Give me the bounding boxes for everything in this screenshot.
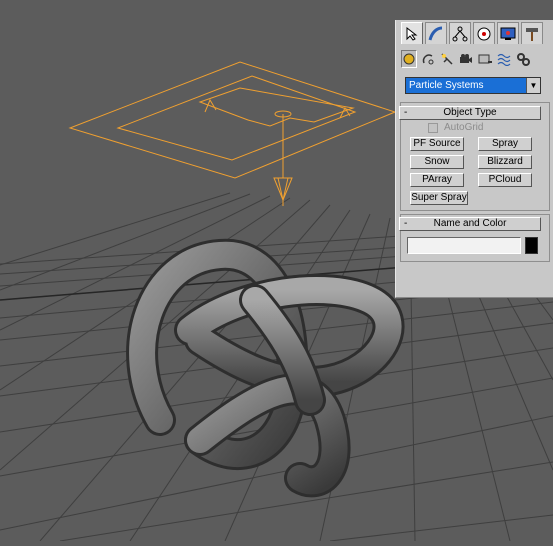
command-panel-tabs [401,22,543,46]
pf-source-button[interactable]: PF Source [410,137,464,151]
collapse-icon: - [404,107,408,118]
blizzard-button[interactable]: Blizzard [478,155,532,169]
shapes-icon [422,54,434,65]
cameras-category[interactable] [458,50,474,68]
name-and-color-header[interactable]: - Name and Color [399,217,541,231]
utilities-tab[interactable] [521,22,543,44]
modify-tab[interactable] [425,22,447,44]
hierarchy-icon [452,26,468,41]
object-color-swatch[interactable] [525,237,538,254]
hierarchy-tab[interactable] [449,22,471,44]
geometry-category[interactable] [401,50,417,68]
command-panel: Particle Systems ▼ - Object Type AutoGri… [395,20,553,298]
lights-category[interactable] [439,50,455,68]
object-name-field[interactable] [407,237,521,254]
autogrid-label: AutoGrid [444,122,484,133]
cameras-icon [460,54,472,63]
motion-tab[interactable] [473,22,495,44]
helpers-tape-icon [478,54,492,64]
name-and-color-title: Name and Color [433,218,507,229]
motion-wheel-icon [477,27,491,40]
category-dropdown[interactable]: Particle Systems ▼ [405,77,541,94]
space-warps-category[interactable] [496,50,512,68]
geometry-sphere-icon [403,53,415,65]
lights-icon [441,53,453,65]
object-type-title: Object Type [443,107,497,118]
chevron-down-icon[interactable]: ▼ [526,78,540,93]
parray-button[interactable]: PArray [410,173,464,187]
create-cursor-icon [406,26,418,41]
pcloud-button[interactable]: PCloud [478,173,532,187]
super-spray-button[interactable]: Super Spray [410,191,468,205]
shapes-category[interactable] [420,50,436,68]
autogrid-checkbox-box[interactable] [428,122,438,133]
display-monitor-icon [500,27,516,40]
display-tab[interactable] [497,22,519,44]
space-warps-icon [497,53,511,66]
utilities-hammer-icon [526,27,538,41]
snow-button[interactable]: Snow [410,155,464,169]
create-subcategory-row [401,50,531,70]
modify-bend-icon [428,26,443,40]
create-tab[interactable] [401,22,423,44]
helpers-category[interactable] [477,50,493,68]
systems-category[interactable] [515,50,531,68]
spray-button[interactable]: Spray [478,137,532,151]
category-dropdown-value: Particle Systems [409,80,484,91]
collapse-icon: - [404,218,408,229]
object-type-header[interactable]: - Object Type [399,106,541,120]
autogrid-checkbox[interactable]: AutoGrid [428,122,483,133]
systems-gears-icon [517,53,530,66]
particle-emitter-gizmo[interactable] [68,61,397,206]
torus-knot-object[interactable] [126,238,405,498]
